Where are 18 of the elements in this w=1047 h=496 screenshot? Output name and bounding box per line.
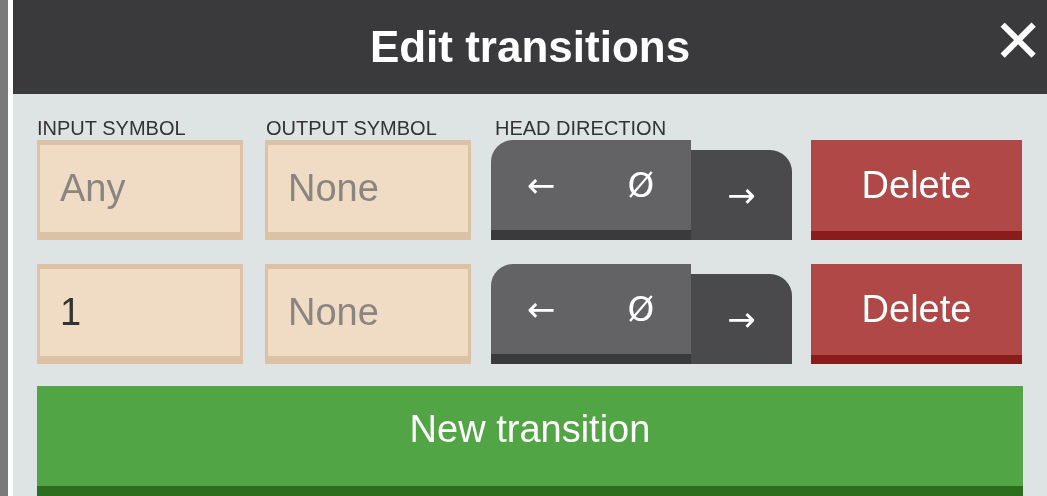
output-symbol-field[interactable]: None bbox=[265, 264, 471, 364]
delete-button[interactable]: Delete bbox=[811, 264, 1022, 364]
column-label: OUTPUT SYMBOL bbox=[266, 118, 438, 138]
direction-button[interactable]: ← bbox=[491, 140, 591, 240]
close-button[interactable]: ✕ bbox=[993, 12, 1043, 72]
dialog-title: Edit transitions bbox=[369, 21, 691, 73]
direction-button[interactable]: Ø bbox=[591, 140, 691, 240]
column-label: INPUT SYMBOL bbox=[37, 118, 187, 138]
column-label: HEAD DIRECTION bbox=[495, 118, 668, 138]
direction-button[interactable]: → bbox=[691, 274, 792, 364]
delete-button[interactable]: Delete bbox=[811, 140, 1022, 240]
direction-button[interactable]: Ø bbox=[591, 264, 691, 364]
direction-button[interactable]: → bbox=[691, 150, 792, 240]
output-symbol-field[interactable]: None bbox=[265, 140, 471, 240]
input-symbol-field[interactable]: Any bbox=[37, 140, 243, 240]
input-symbol-field[interactable]: 1 bbox=[37, 264, 243, 364]
new-transition-button[interactable]: New transition bbox=[37, 386, 1023, 496]
direction-button[interactable]: ← bbox=[491, 264, 591, 364]
